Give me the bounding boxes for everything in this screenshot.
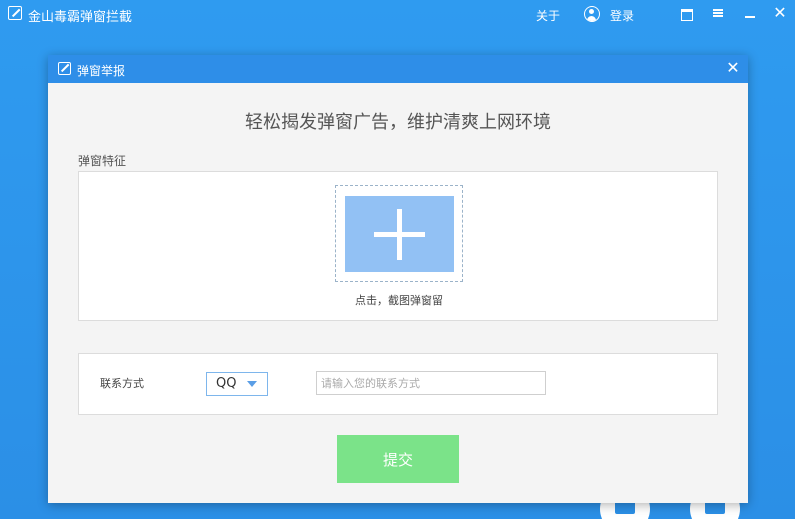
skin-icon[interactable]: [678, 5, 694, 21]
app-logo-icon: [8, 6, 22, 20]
contact-type-value: QQ: [216, 376, 237, 391]
dialog-slogan: 轻松揭发弹窗广告，维护清爽上网环境: [245, 112, 551, 133]
user-icon[interactable]: [584, 6, 600, 22]
app-title: 金山毒霸弹窗拦截: [28, 10, 133, 25]
dialog-close-icon[interactable]: ✕: [724, 59, 742, 77]
app-title-bar: 金山毒霸弹窗拦截 关于 登录 ✕: [0, 0, 795, 32]
dialog-header: 弹窗举报 ✕: [48, 55, 748, 83]
report-dialog: 弹窗举报 ✕ 轻松揭发弹窗广告，维护清爽上网环境 弹窗特征 点击，截图弹窗留 联…: [48, 55, 748, 503]
capture-panel: 点击，截图弹窗留: [78, 171, 718, 321]
chevron-down-icon: [247, 381, 257, 387]
contact-type-select[interactable]: QQ: [206, 372, 268, 396]
about-link[interactable]: 关于: [536, 7, 560, 24]
report-icon: [58, 62, 71, 75]
feature-section-label: 弹窗特征: [78, 154, 127, 168]
login-link[interactable]: 登录: [610, 7, 634, 24]
contact-panel: 联系方式 QQ: [78, 353, 718, 415]
contact-input[interactable]: [316, 371, 546, 395]
close-app-icon[interactable]: ✕: [772, 5, 788, 21]
menu-icon[interactable]: [710, 5, 726, 21]
plus-icon: [397, 209, 402, 260]
contact-label: 联系方式: [100, 377, 144, 390]
submit-button[interactable]: 提交: [337, 435, 459, 483]
dialog-title: 弹窗举报: [77, 64, 126, 78]
capture-hint: 点击，截图弹窗留: [355, 294, 443, 307]
minimize-icon[interactable]: [742, 5, 758, 21]
capture-box: [345, 196, 454, 272]
screenshot-capture-button[interactable]: [335, 185, 463, 282]
